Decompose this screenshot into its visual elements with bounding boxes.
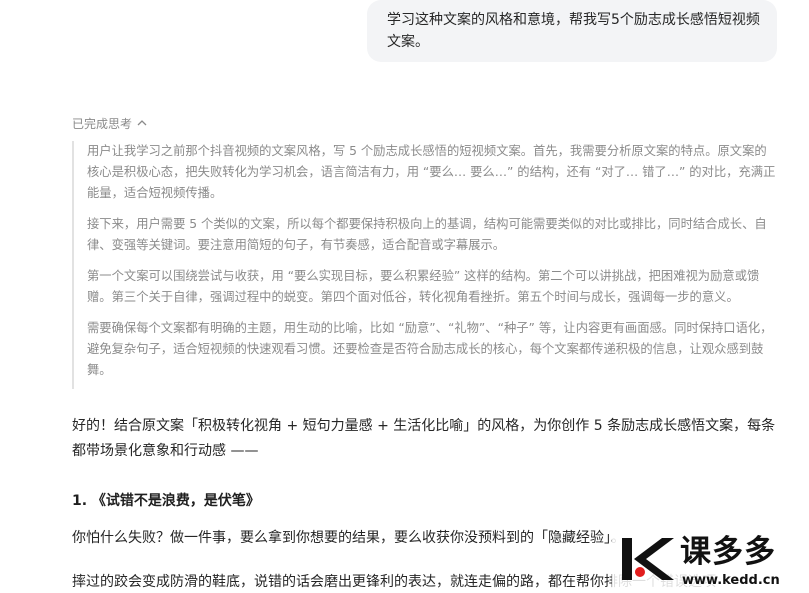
watermark-url: www.kedd.cn <box>682 573 780 588</box>
thinking-content: 用户让我学习之前那个抖音视频的文案风格，写 5 个励志成长感悟的短视频文案。首先… <box>72 141 777 389</box>
answer-intro: 好的！结合原文案「积极转化视角 + 短句力量感 + 生活化比喻」的风格，为你创作… <box>72 418 776 459</box>
thinking-paragraph: 第一个文案可以围绕尝试与收获，用 “要么实现目标，要么积累经验” 这样的结构。第… <box>87 269 760 304</box>
thinking-paragraph: 需要确保每个文案都有明确的主题，用生动的比喻，比如 “励意”、“礼物”、“种子”… <box>87 321 773 377</box>
watermark: 课多多 www.kedd.cn <box>612 530 809 593</box>
thinking-label: 已完成思考 <box>72 117 133 131</box>
thinking-toggle[interactable]: 已完成思考 <box>72 115 147 133</box>
watermark-name: 课多多 <box>680 534 776 570</box>
section-heading: 1. 《试错不是浪费，是伏笔》 <box>72 493 260 509</box>
user-message-text: 学习这种文案的风格和意境，帮我写5个励志成长感悟短视频文案。 <box>387 12 760 50</box>
thinking-paragraph: 接下来，用户需要 5 个类似的文案，所以每个都要保持积极向上的基调，结构可能需要… <box>87 217 767 252</box>
thinking-paragraph: 用户让我学习之前那个抖音视频的文案风格，写 5 个励志成长感悟的短视频文案。首先… <box>87 144 776 200</box>
user-message-bubble: 学习这种文案的风格和意境，帮我写5个励志成长感悟短视频文案。 <box>367 0 777 62</box>
kedd-logo-icon <box>622 538 674 580</box>
chevron-up-icon <box>137 115 147 133</box>
